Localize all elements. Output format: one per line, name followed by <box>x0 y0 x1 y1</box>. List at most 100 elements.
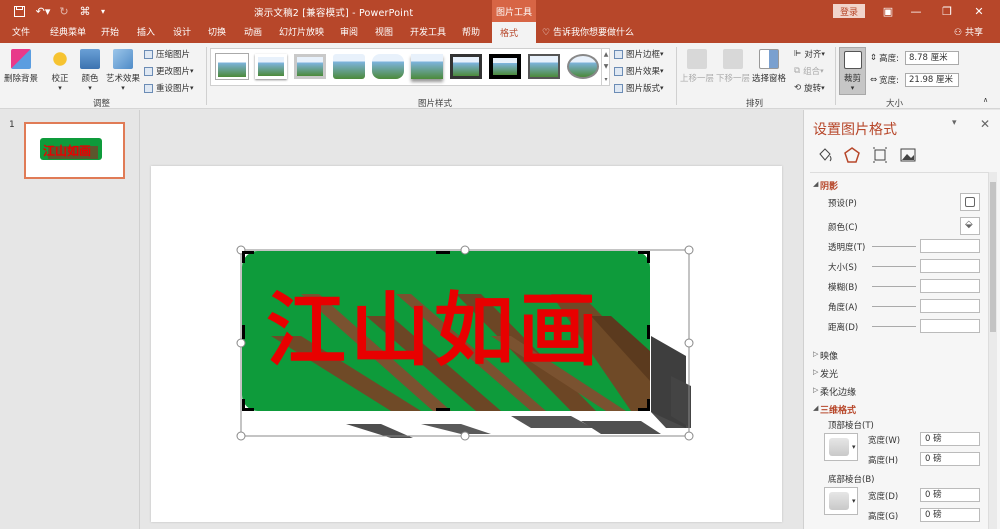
size-input[interactable] <box>920 259 980 273</box>
minimize-icon[interactable]: — <box>905 3 927 19</box>
picture-layout-button[interactable]: 图片版式 ▾ <box>614 82 664 94</box>
picture-icon[interactable] <box>899 146 917 164</box>
color-button[interactable]: 颜色 ▾ <box>80 49 100 92</box>
picture-style-thumb[interactable] <box>216 54 248 79</box>
top-bevel-dropdown[interactable]: ▾ <box>824 433 858 461</box>
slide-thumbnail[interactable]: 江山如画 <box>24 122 125 179</box>
blur-input[interactable] <box>920 279 980 293</box>
redo-icon[interactable]: ↻ <box>57 3 71 19</box>
picture-style-thumb[interactable] <box>294 54 326 79</box>
remove-background-button[interactable]: 删除背景 <box>4 49 38 84</box>
resize-handle[interactable] <box>236 431 246 441</box>
shadow-preset-dropdown[interactable] <box>960 193 980 211</box>
crop-button[interactable]: 裁剪 ▾ <box>839 47 866 95</box>
transparency-input[interactable] <box>920 239 980 253</box>
resize-handle[interactable] <box>460 431 470 441</box>
tab-classic-menu[interactable]: 经典菜单 <box>50 25 86 38</box>
tell-me-box[interactable]: ♡ 告诉我你想要做什么 <box>542 25 634 38</box>
change-picture-button[interactable]: 更改图片 ▾ <box>144 65 194 77</box>
pane-options-icon[interactable]: ▾ <box>952 118 957 128</box>
group-button[interactable]: ⧉ 组合 ▾ <box>794 65 824 77</box>
reset-picture-button[interactable]: 重设图片 ▾ <box>144 82 194 94</box>
picture-style-thumb[interactable] <box>528 54 560 79</box>
picture-border-button[interactable]: 图片边框 ▾ <box>614 48 664 60</box>
shadow-color-picker[interactable]: ⬙ <box>960 217 980 235</box>
shadow-section-header[interactable]: 阴影 <box>820 179 838 192</box>
corrections-button[interactable]: 校正 ▾ <box>50 49 70 92</box>
angle-slider[interactable] <box>872 306 916 307</box>
picture-style-thumb[interactable] <box>489 54 521 79</box>
transparency-slider[interactable] <box>872 246 916 247</box>
size-properties-icon[interactable] <box>871 146 889 164</box>
collapse-arrow-icon[interactable]: ◢ <box>813 180 818 188</box>
glow-section-header[interactable]: 发光 <box>820 367 838 380</box>
picture-effects-button[interactable]: 图片效果 ▾ <box>614 65 664 77</box>
picture-style-thumb[interactable] <box>450 54 482 79</box>
resize-handle[interactable] <box>460 245 470 255</box>
top-bevel-height-input[interactable]: 0 磅 <box>920 452 980 466</box>
picture-style-thumb[interactable] <box>567 54 599 79</box>
tab-insert[interactable]: 插入 <box>137 25 155 38</box>
tab-developer[interactable]: 开发工具 <box>410 25 446 38</box>
expand-arrow-icon[interactable]: ▷ <box>813 368 818 376</box>
bottom-bevel-height-input[interactable]: 0 磅 <box>920 508 980 522</box>
scrollbar-thumb[interactable] <box>990 182 996 332</box>
picture-style-thumb[interactable] <box>411 54 443 79</box>
fill-line-icon[interactable] <box>816 146 834 164</box>
artistic-effects-button[interactable]: 艺术效果 ▾ <box>106 49 140 92</box>
format-3d-section-header[interactable]: 三维格式 <box>820 403 856 416</box>
bottom-bevel-width-input[interactable]: 0 磅 <box>920 488 980 502</box>
width-input[interactable]: 21.98 厘米 <box>905 73 959 87</box>
resize-handle[interactable] <box>684 431 694 441</box>
share-button[interactable]: ⚇ 共享 <box>954 25 983 38</box>
gallery-scroll[interactable]: ▲ ▼ ▾ <box>601 48 610 86</box>
bottom-bevel-dropdown[interactable]: ▾ <box>824 487 858 515</box>
resize-handle[interactable] <box>684 338 694 348</box>
tab-home[interactable]: 开始 <box>101 25 119 38</box>
reflection-section-header[interactable]: 映像 <box>820 349 838 362</box>
compress-pictures-button[interactable]: 压缩图片 <box>144 48 190 60</box>
tab-format[interactable]: 格式 <box>492 22 536 43</box>
close-pane-icon[interactable]: ✕ <box>980 117 990 131</box>
selection-pane-button[interactable]: 选择窗格 <box>752 49 786 84</box>
slide[interactable]: 江山如画 <box>151 166 782 522</box>
send-backward-button[interactable]: 下移一层 <box>716 49 750 84</box>
angle-input[interactable] <box>920 299 980 313</box>
effects-icon[interactable] <box>843 146 861 164</box>
undo-icon[interactable]: ↶▾ <box>32 3 54 19</box>
tab-help[interactable]: 帮助 <box>462 25 480 38</box>
soft-edges-section-header[interactable]: 柔化边缘 <box>820 385 856 398</box>
tab-file[interactable]: 文件 <box>12 25 30 38</box>
picture-styles-gallery[interactable] <box>210 48 610 86</box>
blur-slider[interactable] <box>872 286 916 287</box>
tab-animations[interactable]: 动画 <box>244 25 262 38</box>
resize-handle[interactable] <box>236 338 246 348</box>
expand-arrow-icon[interactable]: ▷ <box>813 350 818 358</box>
customize-toolbar-icon[interactable]: ▾ <box>98 3 108 19</box>
restore-icon[interactable]: ❐ <box>936 3 958 19</box>
collapse-ribbon-icon[interactable]: ∧ <box>983 96 988 104</box>
top-bevel-width-input[interactable]: 0 磅 <box>920 432 980 446</box>
tab-view[interactable]: 视图 <box>375 25 393 38</box>
format-painter-icon[interactable]: ⌘ <box>76 3 94 19</box>
expand-arrow-icon[interactable]: ▷ <box>813 386 818 394</box>
tab-slideshow[interactable]: 幻灯片放映 <box>279 25 324 38</box>
tab-design[interactable]: 设计 <box>173 25 191 38</box>
pane-scrollbar[interactable] <box>988 172 997 529</box>
picture-style-thumb[interactable] <box>333 54 365 79</box>
ribbon-display-icon[interactable]: ▣ <box>877 3 899 19</box>
resize-handle[interactable] <box>684 245 694 255</box>
tab-review[interactable]: 审阅 <box>340 25 358 38</box>
height-input[interactable]: 8.78 厘米 <box>905 51 959 65</box>
save-icon[interactable] <box>10 3 28 19</box>
distance-slider[interactable] <box>872 326 916 327</box>
bring-forward-button[interactable]: 上移一层 <box>680 49 714 84</box>
size-slider[interactable] <box>872 266 916 267</box>
login-button[interactable]: 登录 <box>833 4 865 18</box>
collapse-arrow-icon[interactable]: ◢ <box>813 404 818 412</box>
distance-input[interactable] <box>920 319 980 333</box>
picture-style-thumb[interactable] <box>372 54 404 79</box>
picture-style-thumb[interactable] <box>255 54 287 79</box>
tab-transitions[interactable]: 切换 <box>208 25 226 38</box>
align-button[interactable]: ⊫ 对齐 ▾ <box>794 48 825 60</box>
